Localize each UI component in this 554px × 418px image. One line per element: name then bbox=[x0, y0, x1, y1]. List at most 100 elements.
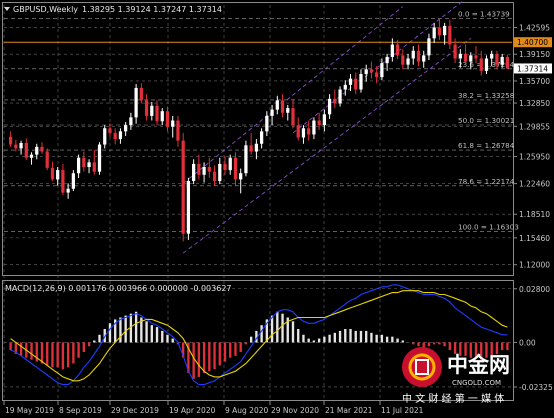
watermark-domain: CNGOLD.COM bbox=[452, 379, 501, 387]
bull-candle bbox=[87, 162, 91, 168]
fib-level-label: 61.8 = 1.26784 bbox=[458, 141, 515, 150]
bull-candle bbox=[19, 142, 23, 149]
bull-candle bbox=[35, 146, 39, 155]
time-tick-label: 9 Aug 2020 bbox=[225, 406, 268, 415]
bear-candle bbox=[495, 53, 499, 65]
bear-candle bbox=[139, 87, 143, 101]
bull-candle bbox=[134, 87, 138, 118]
fib-level-label: 78.6 = 1.22174 bbox=[458, 177, 515, 186]
current-price-label: 1.37314 bbox=[517, 64, 548, 73]
bull-candle bbox=[186, 180, 191, 234]
bull-candle bbox=[265, 115, 269, 132]
watermark-brand: 中金网 bbox=[447, 353, 510, 377]
bear-candle bbox=[375, 72, 379, 78]
bear-candle bbox=[479, 58, 483, 71]
bull-candle bbox=[275, 100, 279, 110]
macd-tick-label: -0.02325 bbox=[519, 383, 553, 392]
bull-candle bbox=[239, 173, 243, 180]
bull-candle bbox=[192, 163, 196, 181]
bear-candle bbox=[223, 163, 227, 171]
bear-candle bbox=[354, 78, 358, 90]
time-tick-label: 19 Apr 2020 bbox=[169, 406, 216, 415]
bear-candle bbox=[453, 44, 457, 59]
price-tick-label: 1.32850 bbox=[519, 99, 550, 108]
cngold-logo-icon bbox=[402, 347, 442, 387]
symbol-title: GBPUSD,Weekly bbox=[13, 5, 78, 14]
bear-candle bbox=[8, 136, 13, 145]
bull-candle bbox=[364, 69, 368, 74]
bear-candle bbox=[233, 157, 238, 180]
time-tick-label: 29 Nov 2020 bbox=[271, 406, 319, 415]
bull-candle bbox=[422, 55, 426, 62]
bear-candle bbox=[395, 44, 400, 56]
fib-level-label: 0.0 = 1.43739 bbox=[458, 10, 510, 19]
bear-candle bbox=[280, 100, 285, 113]
bear-candle bbox=[92, 162, 96, 172]
bear-candle bbox=[165, 111, 170, 127]
bear-candle bbox=[155, 105, 159, 122]
bull-candle bbox=[343, 84, 347, 90]
ohlc-values: 1.38295 1.39124 1.37247 1.37314 bbox=[82, 5, 222, 14]
price-tick-label: 1.18510 bbox=[519, 210, 550, 219]
bull-candle bbox=[160, 111, 164, 122]
fib-level-label: 50.0 = 1.30021 bbox=[458, 116, 514, 125]
bull-candle bbox=[427, 38, 431, 56]
bear-candle bbox=[45, 151, 49, 168]
gbpusd-weekly-chart[interactable]: 0.0 = 1.4373923.6 = 1.3726438.2 = 1.3325… bbox=[0, 0, 554, 418]
bull-candle bbox=[171, 120, 175, 127]
price-tick-label: 1.39150 bbox=[519, 50, 550, 59]
price-tick-label: 1.35700 bbox=[519, 77, 550, 86]
bear-candle bbox=[333, 98, 337, 104]
bear-candle bbox=[24, 142, 28, 158]
bull-candle bbox=[244, 145, 248, 174]
bear-candle bbox=[249, 145, 253, 152]
bear-candle bbox=[448, 25, 452, 45]
price-tick-label: 1.29855 bbox=[519, 122, 550, 131]
macd-label: MACD(12,26,9) 0.001176 0.003966 0.000000… bbox=[5, 284, 232, 293]
bear-candle bbox=[207, 167, 211, 172]
bull-candle bbox=[406, 58, 410, 65]
bear-candle bbox=[50, 167, 55, 180]
price-tick-label: 1.42595 bbox=[519, 24, 550, 33]
svg-text:GBPUSD,Weekly1.38295 1.39124 1: GBPUSD,Weekly 1.38295 1.39124 1.37247 1.3… bbox=[13, 5, 222, 14]
time-tick-label: 8 Sep 2019 bbox=[59, 406, 102, 415]
bull-candle bbox=[411, 50, 415, 59]
bull-candle bbox=[301, 128, 306, 138]
bull-candle bbox=[432, 27, 436, 39]
bear-candle bbox=[505, 56, 510, 69]
time-tick-label: 29 Dec 2019 bbox=[111, 406, 159, 415]
bull-candle bbox=[348, 78, 353, 85]
bull-candle bbox=[254, 143, 259, 152]
bull-candle bbox=[443, 25, 447, 36]
bear-candle bbox=[296, 125, 300, 138]
bull-candle bbox=[228, 157, 232, 171]
bull-candle bbox=[390, 44, 394, 57]
bull-candle bbox=[312, 120, 316, 135]
bull-candle bbox=[385, 56, 389, 64]
time-tick-label: 19 May 2019 bbox=[5, 406, 54, 415]
fib-level-label: 100.0 = 1.16303 bbox=[458, 222, 519, 231]
bull-candle bbox=[66, 188, 70, 193]
price-tick-label: 1.15460 bbox=[519, 234, 550, 243]
bear-candle bbox=[197, 163, 201, 175]
bear-candle bbox=[212, 171, 217, 181]
bear-candle bbox=[14, 144, 18, 149]
bull-candle bbox=[322, 114, 326, 126]
bear-candle bbox=[416, 50, 421, 62]
bear-candle bbox=[40, 146, 44, 152]
bull-candle bbox=[500, 56, 504, 65]
price-tick-label: 1.25950 bbox=[519, 153, 550, 162]
resistance-price-label: 1.40700 bbox=[517, 38, 548, 47]
bull-candle bbox=[202, 167, 206, 175]
bear-candle bbox=[474, 55, 478, 59]
bull-candle bbox=[29, 154, 34, 158]
bull-candle bbox=[218, 163, 222, 181]
macd-tick-label: 0.00 bbox=[519, 338, 536, 347]
watermark-tagline: 中 文 财 经 第 一 媒 体 bbox=[402, 392, 504, 405]
price-tick-label: 1.12000 bbox=[519, 261, 550, 270]
bear-candle bbox=[307, 128, 311, 135]
bull-candle bbox=[259, 131, 264, 144]
bear-candle bbox=[401, 55, 405, 65]
time-tick-label: 11 Jul 2021 bbox=[381, 406, 424, 415]
bear-candle bbox=[61, 170, 65, 193]
